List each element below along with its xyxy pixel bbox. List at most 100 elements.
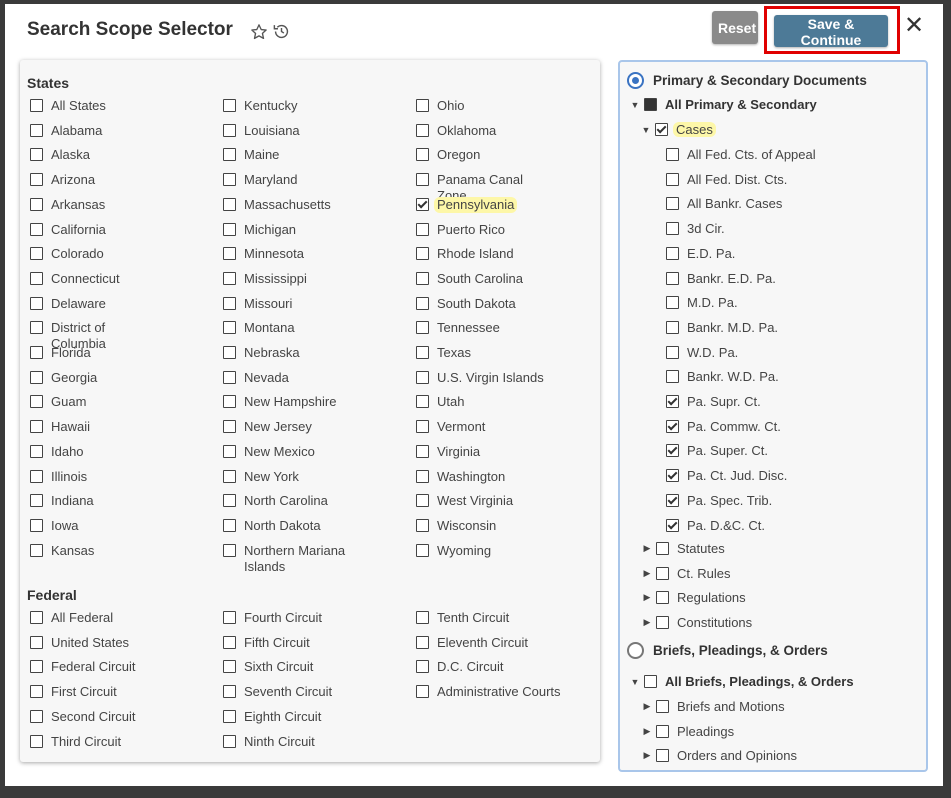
checkbox[interactable] <box>30 271 43 285</box>
checkbox[interactable] <box>223 321 236 335</box>
tree-case-bankr-e-d-pa[interactable]: Bankr. E.D. Pa. <box>666 271 776 286</box>
tree-ct-rules[interactable]: ▶ Ct. Rules <box>641 566 731 581</box>
states-option-hawaii[interactable]: Hawaii <box>30 419 160 435</box>
states-option-colorado[interactable]: Colorado <box>30 246 160 262</box>
states-option-puerto-rico[interactable]: Puerto Rico <box>416 222 546 238</box>
caret-down-icon[interactable]: ▼ <box>629 677 641 687</box>
states-option-new-jersey[interactable]: New Jersey <box>223 419 353 435</box>
checkbox[interactable] <box>416 148 429 162</box>
checkbox[interactable] <box>223 543 236 557</box>
checkbox[interactable] <box>416 685 429 699</box>
caret-right-icon[interactable]: ▶ <box>641 701 653 712</box>
reset-button[interactable]: Reset <box>712 11 758 44</box>
checkbox[interactable] <box>416 370 429 384</box>
states-option-montana[interactable]: Montana <box>223 320 353 336</box>
tree-case-bankr-m-d-pa[interactable]: Bankr. M.D. Pa. <box>666 320 778 335</box>
checkbox[interactable] <box>223 469 236 483</box>
states-option-vermont[interactable]: Vermont <box>416 419 546 435</box>
states-option-michigan[interactable]: Michigan <box>223 222 353 238</box>
checkbox[interactable] <box>30 148 43 162</box>
checkbox[interactable] <box>30 709 43 723</box>
checkbox[interactable] <box>656 616 669 630</box>
checkbox[interactable] <box>666 493 679 507</box>
checkbox[interactable] <box>30 444 43 458</box>
states-option-nebraska[interactable]: Nebraska <box>223 345 353 361</box>
checkbox[interactable] <box>416 271 429 285</box>
federal-option-seventh-circuit[interactable]: Seventh Circuit <box>223 684 403 700</box>
states-option-louisiana[interactable]: Louisiana <box>223 123 353 139</box>
states-option-ohio[interactable]: Ohio <box>416 98 546 114</box>
states-option-rhode-island[interactable]: Rhode Island <box>416 246 546 262</box>
checkbox[interactable] <box>223 734 236 748</box>
states-option-arizona[interactable]: Arizona <box>30 172 160 188</box>
checkbox[interactable] <box>30 395 43 409</box>
tree-case-pa-d-c-ct[interactable]: Pa. D.&C. Ct. <box>666 518 765 533</box>
federal-option-first-circuit[interactable]: First Circuit <box>30 684 210 700</box>
checkbox[interactable] <box>223 444 236 458</box>
checkbox[interactable] <box>416 173 429 187</box>
states-option-oregon[interactable]: Oregon <box>416 147 546 163</box>
checkbox[interactable] <box>416 635 429 649</box>
states-option-north-dakota[interactable]: North Dakota <box>223 518 353 534</box>
federal-option-third-circuit[interactable]: Third Circuit <box>30 734 210 750</box>
checkbox[interactable] <box>30 660 43 674</box>
caret-right-icon[interactable]: ▶ <box>641 568 653 579</box>
states-option-maryland[interactable]: Maryland <box>223 172 353 188</box>
save-continue-button[interactable]: Save & Continue <box>774 15 888 48</box>
federal-option-tenth-circuit[interactable]: Tenth Circuit <box>416 610 596 626</box>
tree-cases[interactable]: ▼ Cases <box>640 122 716 137</box>
checkbox[interactable] <box>223 148 236 162</box>
federal-option-united-states[interactable]: United States <box>30 635 210 651</box>
checkbox[interactable] <box>666 370 679 384</box>
checkbox[interactable] <box>656 700 669 713</box>
checkbox[interactable] <box>30 173 43 187</box>
states-option-all-states[interactable]: All States <box>30 98 160 114</box>
radio-briefs-pleadings-orders[interactable]: Briefs, Pleadings, & Orders <box>627 642 828 659</box>
checkbox[interactable] <box>666 444 679 458</box>
checkbox[interactable] <box>656 749 669 763</box>
states-option-nevada[interactable]: Nevada <box>223 370 353 386</box>
checkbox[interactable] <box>223 222 236 236</box>
caret-right-icon[interactable]: ▶ <box>641 592 653 603</box>
federal-option-federal-circuit[interactable]: Federal Circuit <box>30 659 210 675</box>
checkbox[interactable] <box>30 370 43 384</box>
tree-pleadings[interactable]: ▶ Pleadings <box>641 724 735 739</box>
states-option-kansas[interactable]: Kansas <box>30 543 160 559</box>
checkbox[interactable] <box>416 660 429 674</box>
checkbox[interactable] <box>416 247 429 261</box>
checkbox[interactable] <box>416 494 429 508</box>
radio-button[interactable] <box>627 72 644 89</box>
checkbox[interactable] <box>30 635 43 649</box>
caret-down-icon[interactable]: ▼ <box>640 125 652 135</box>
states-option-idaho[interactable]: Idaho <box>30 444 160 460</box>
checkbox[interactable] <box>223 395 236 409</box>
states-option-arkansas[interactable]: Arkansas <box>30 197 160 213</box>
checkbox[interactable] <box>223 611 236 624</box>
tree-case-all-bankr-cases[interactable]: All Bankr. Cases <box>666 196 782 211</box>
checkbox[interactable] <box>30 420 43 434</box>
tree-constitutions[interactable]: ▶ Constitutions <box>641 615 753 630</box>
tree-case-pa-super-ct[interactable]: Pa. Super. Ct. <box>666 443 768 458</box>
states-option-u-s-virgin-islands[interactable]: U.S. Virgin Islands <box>416 370 546 386</box>
checkbox[interactable] <box>416 543 429 557</box>
checkbox[interactable] <box>223 123 236 137</box>
states-option-new-mexico[interactable]: New Mexico <box>223 444 353 460</box>
tree-all-briefs-pleadings-orders[interactable]: ▼ All Briefs, Pleadings, & Orders <box>629 674 854 689</box>
states-option-connecticut[interactable]: Connecticut <box>30 271 160 287</box>
checkbox[interactable] <box>666 419 679 433</box>
tree-case-e-d-pa[interactable]: E.D. Pa. <box>666 246 735 261</box>
checkbox[interactable] <box>416 296 429 310</box>
states-option-tennessee[interactable]: Tennessee <box>416 320 546 336</box>
states-option-florida[interactable]: Florida <box>30 345 160 361</box>
states-option-missouri[interactable]: Missouri <box>223 296 353 312</box>
states-option-kentucky[interactable]: Kentucky <box>223 98 353 114</box>
states-option-northern-mariana-islands[interactable]: Northern Mariana Islands <box>223 543 353 575</box>
checkbox[interactable] <box>416 197 429 211</box>
checkbox[interactable] <box>656 724 669 738</box>
states-option-iowa[interactable]: Iowa <box>30 518 160 534</box>
tree-case-pa-commw-ct[interactable]: Pa. Commw. Ct. <box>666 419 781 434</box>
checkbox[interactable] <box>666 518 679 532</box>
close-icon[interactable]: ✕ <box>904 14 924 38</box>
checkbox[interactable] <box>666 320 679 334</box>
checkbox[interactable] <box>223 173 236 187</box>
